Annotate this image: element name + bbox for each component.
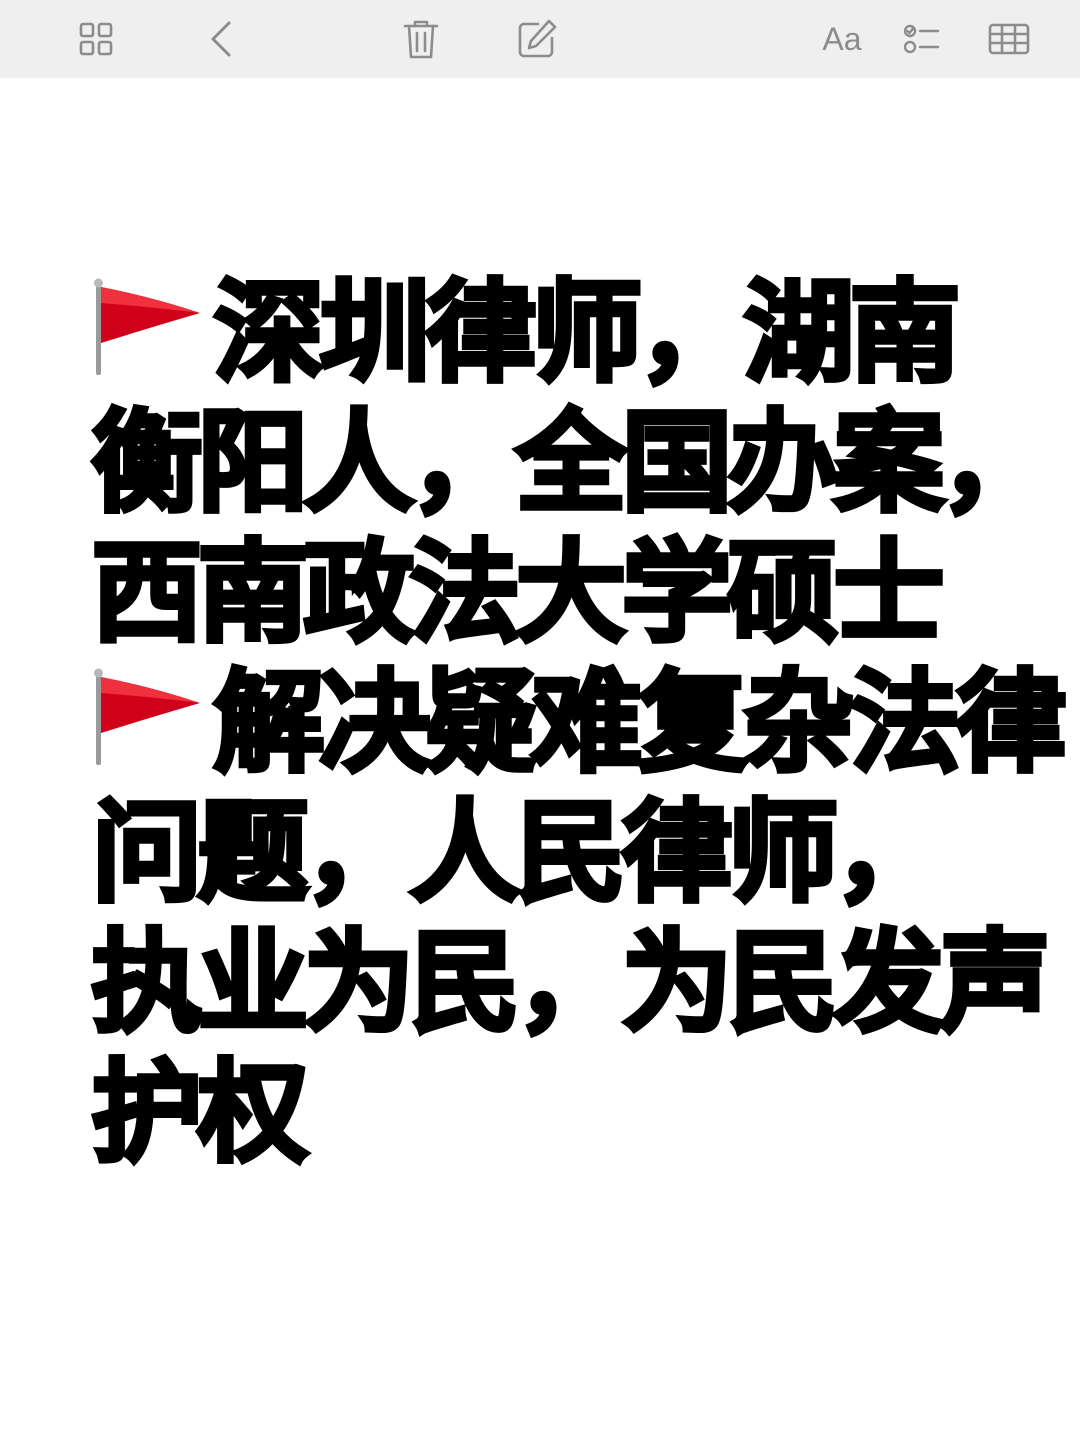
text-format-icon[interactable]: Aa <box>812 0 872 78</box>
compose-icon[interactable] <box>510 0 564 78</box>
note-text: 解决疑难复杂法律 <box>212 657 1069 790</box>
note-text: 西南政法大学硕士 <box>90 527 947 660</box>
highlight-nationwide-cases: 全国办案 <box>514 397 947 530</box>
note-line-4: 解决疑难复杂法律 <box>92 657 1069 790</box>
note-text: ，为民发声 <box>514 917 1053 1050</box>
note-line-2: 衡阳人，全国办案， <box>90 397 1053 530</box>
red-flag-icon <box>92 277 204 377</box>
gallery-icon[interactable] <box>68 0 124 78</box>
back-chevron-icon[interactable] <box>196 0 246 78</box>
note-text: 护权 <box>90 1047 311 1180</box>
note-body[interactable]: 深圳律师，湖南 衡阳人，全国办案， 西南政法大学硕士 解决疑难复杂法律 问题，人… <box>90 267 1069 1180</box>
note-line-7: 护权 <box>90 1047 1032 1180</box>
note-text: 问题，人民律师， <box>90 787 947 920</box>
trash-icon[interactable] <box>396 0 446 78</box>
note-text: ， <box>938 397 1053 530</box>
checklist-icon[interactable] <box>900 0 944 78</box>
note-line-5: 问题，人民律师， <box>90 787 1032 920</box>
note-text: ，湖南 <box>636 267 963 400</box>
table-icon[interactable] <box>984 0 1034 78</box>
top-toolbar: Aa <box>0 0 1080 78</box>
note-text: 衡阳人， <box>90 397 523 530</box>
note-line-6: 执业为民，为民发声 <box>90 917 1053 1050</box>
text-format-label: Aa <box>822 20 862 57</box>
note-line-3: 西南政法大学硕士 <box>90 527 1032 660</box>
note-line-1: 深圳律师，湖南 <box>92 267 1032 400</box>
highlight-practice-for-people: 执业为民 <box>90 917 523 1050</box>
red-flag-icon <box>92 667 204 767</box>
highlight-shenzhen-lawyer: 深圳律师 <box>212 267 645 400</box>
